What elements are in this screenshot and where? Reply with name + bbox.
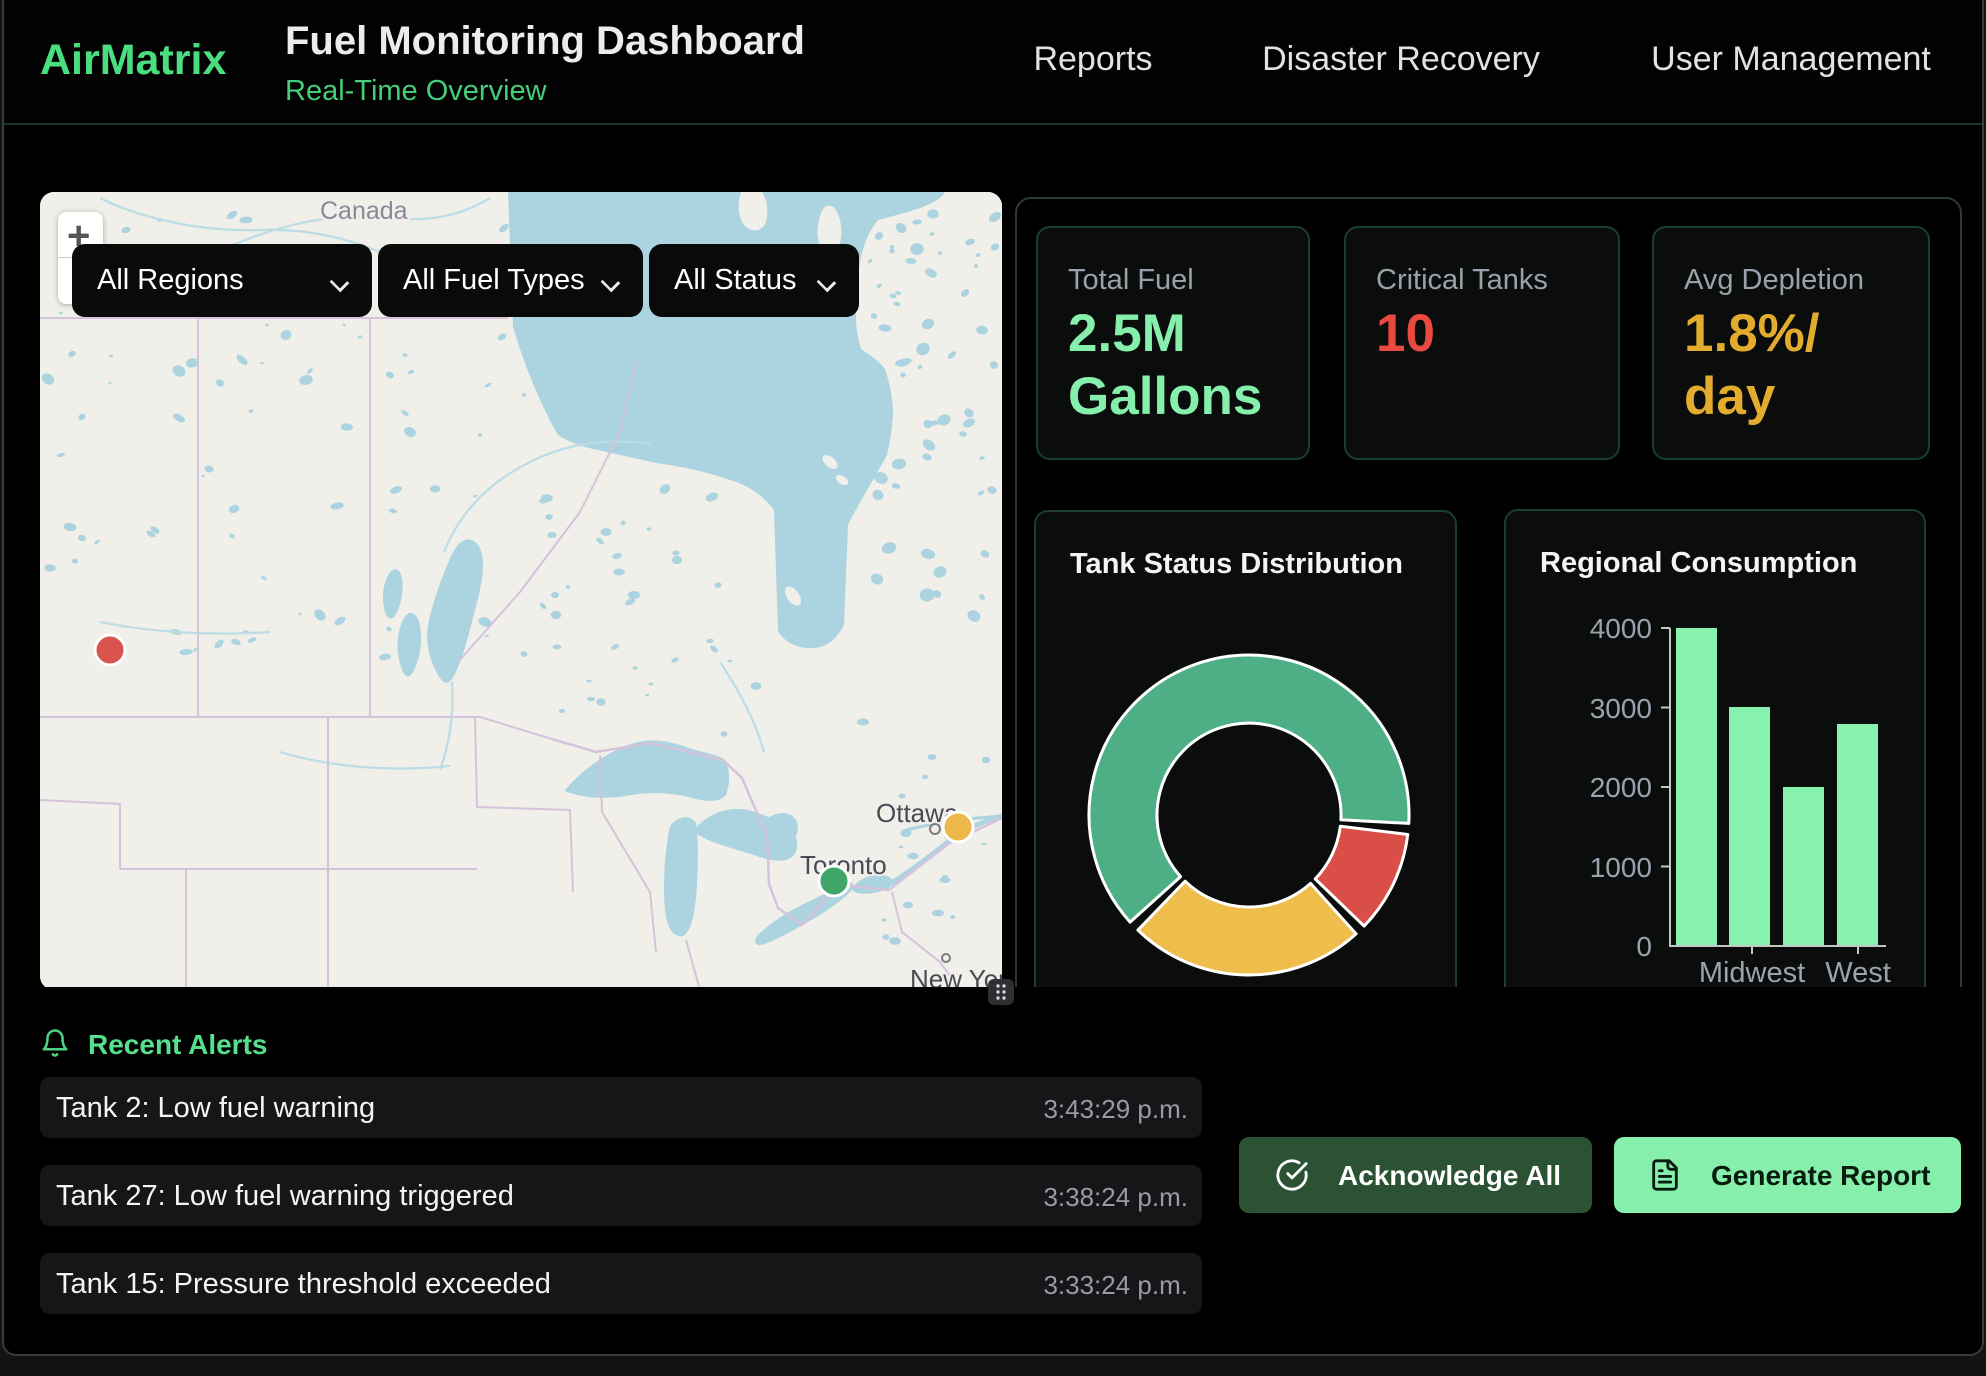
svg-text:Midwest: Midwest <box>1699 957 1805 989</box>
svg-text:West: West <box>1825 957 1891 989</box>
svg-text:2000: 2000 <box>1590 772 1652 803</box>
svg-text:0: 0 <box>1636 931 1652 962</box>
svg-text:Canada: Canada <box>320 197 408 225</box>
svg-text:1000: 1000 <box>1590 852 1652 883</box>
svg-text:3000: 3000 <box>1590 693 1652 724</box>
svg-text:4000: 4000 <box>1590 613 1652 644</box>
